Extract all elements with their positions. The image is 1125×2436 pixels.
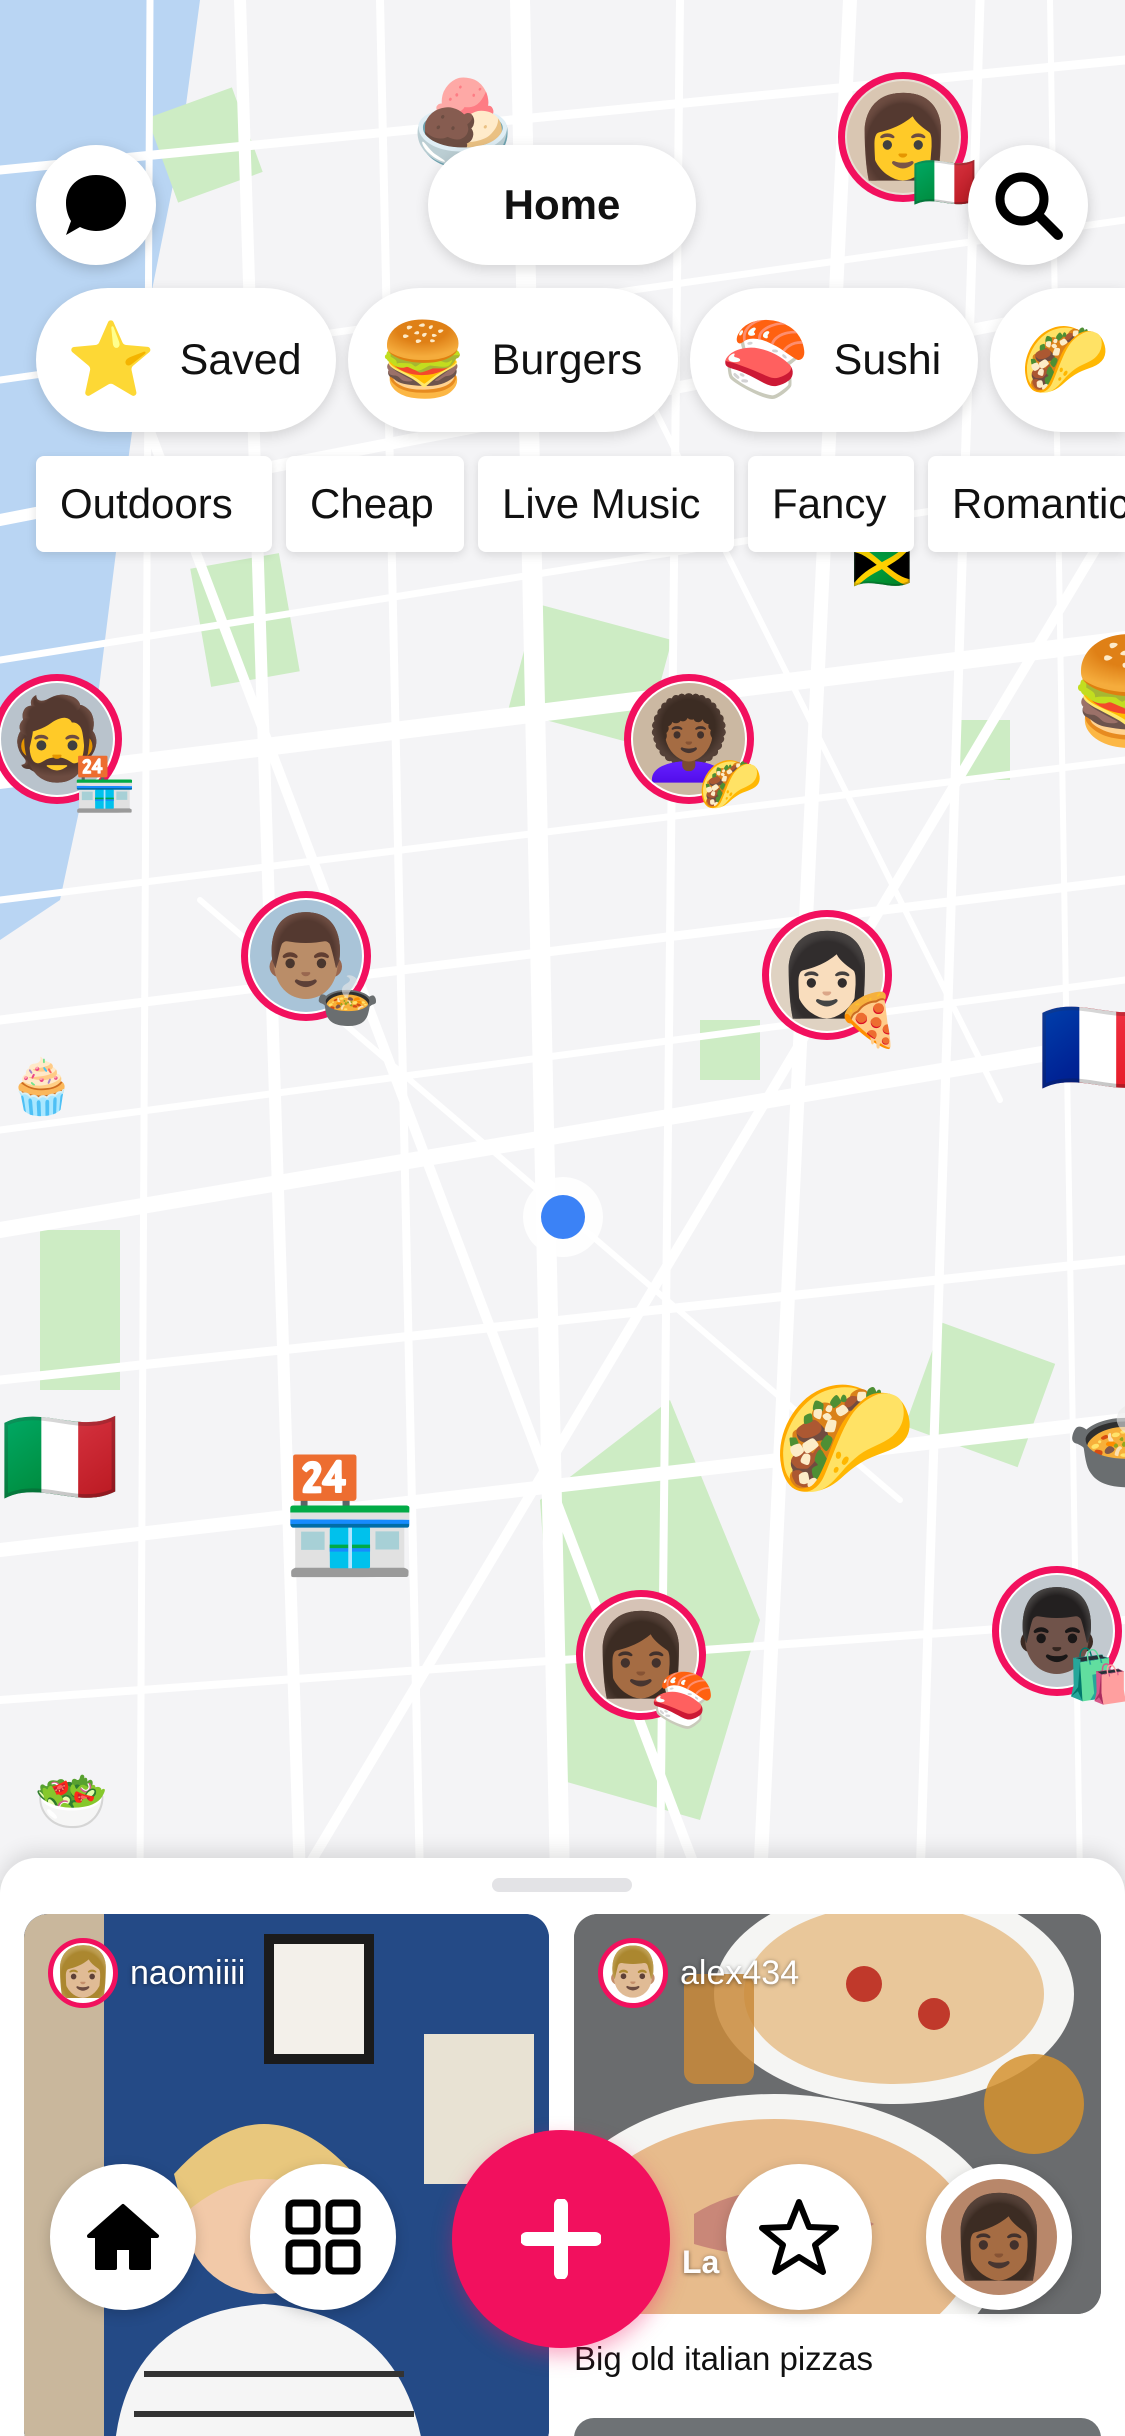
- add-post-button[interactable]: [452, 2130, 670, 2348]
- star-icon: ⭐: [66, 320, 156, 400]
- user-avatar: 👨🏼: [598, 1938, 668, 2008]
- username: naomiiii: [130, 1953, 246, 1992]
- burger-icon: 🍔: [378, 320, 468, 400]
- taco-badge: 🌮: [698, 756, 763, 814]
- cupcake-marker[interactable]: 🧁: [8, 1060, 75, 1114]
- current-location-dot: [541, 1195, 585, 1239]
- filter-live-music[interactable]: Live Music: [478, 456, 734, 552]
- france-flag-marker[interactable]: 🇫🇷: [1038, 1000, 1125, 1096]
- category-label: Saved: [179, 335, 302, 384]
- card-caption: Big old italian pizzas: [574, 2340, 873, 2377]
- pizza-badge: 🍕: [836, 992, 901, 1050]
- favorites-nav-button[interactable]: [726, 2164, 872, 2310]
- sheet-handle[interactable]: [492, 1878, 632, 1892]
- user-marker-4[interactable]: 👨🏽 🍲: [241, 891, 380, 1028]
- soup-badge: 🍲: [315, 973, 380, 1031]
- user-marker-6[interactable]: 👩🏾 🍣: [576, 1590, 715, 1727]
- home-nav-button[interactable]: [50, 2164, 196, 2310]
- card-user-tag[interactable]: 👨🏼 alex434: [598, 1938, 799, 2008]
- card-user-tag[interactable]: 👩🏼 naomiiii: [48, 1938, 245, 2008]
- food-stall-badge: 🏪: [72, 756, 137, 814]
- grid-icon: [285, 2199, 361, 2275]
- username: alex434: [680, 1953, 800, 1992]
- shopping-bag-badge: 🛍️: [1066, 1648, 1125, 1706]
- grid-nav-button[interactable]: [250, 2164, 396, 2310]
- category-burgers[interactable]: 🍔 Burgers: [348, 288, 678, 432]
- page-title: Home: [503, 181, 621, 228]
- user-marker-2[interactable]: 🧔 🏪: [0, 674, 137, 811]
- chat-button[interactable]: [36, 145, 156, 265]
- category-label: Sushi: [833, 335, 942, 384]
- category-label: Burgers: [491, 335, 643, 384]
- taco-icon: 🌮: [1020, 320, 1110, 400]
- filter-cheap[interactable]: Cheap: [286, 456, 464, 552]
- category-saved[interactable]: ⭐ Saved: [36, 288, 336, 432]
- profile-avatar: 👩🏾: [941, 2179, 1057, 2295]
- burger-marker[interactable]: 🍔: [1068, 640, 1125, 744]
- search-button[interactable]: [968, 145, 1088, 265]
- user-avatar: 👩🏼: [48, 1938, 118, 2008]
- soup-marker[interactable]: 🍲: [1065, 1390, 1125, 1490]
- italy-flag-marker[interactable]: 🇮🇹: [0, 1410, 120, 1506]
- taco-marker[interactable]: 🌮: [772, 1380, 916, 1496]
- user-marker-5[interactable]: 👩🏻 🍕: [762, 910, 901, 1047]
- filter-outdoors[interactable]: Outdoors: [36, 456, 272, 552]
- salad-bowl-marker[interactable]: 🥗: [34, 1772, 109, 1832]
- sushi-badge: 🍣: [650, 1672, 715, 1730]
- feed-card-3[interactable]: [574, 2418, 1101, 2436]
- sushi-icon: 🍣: [720, 320, 810, 400]
- filter-romantic[interactable]: Romantic: [928, 456, 1125, 552]
- star-icon: [759, 2199, 839, 2275]
- chat-bubble-icon: [66, 175, 126, 235]
- category-sushi[interactable]: 🍣 Sushi: [690, 288, 978, 432]
- user-marker-3[interactable]: 👩🏾‍🦱 🌮: [624, 674, 763, 811]
- map-view[interactable]: 🍨 🇯🇲 🍔 🧁 🇫🇷 🇮🇹 🏪 🌮 🍲 🥗 👩 🇮🇹 🧔 🏪 👩🏾‍🦱 🌮 👨…: [0, 0, 1125, 1880]
- filter-fancy[interactable]: Fancy: [748, 456, 914, 552]
- search-icon: [995, 172, 1063, 240]
- profile-nav-button[interactable]: 👩🏾: [926, 2164, 1072, 2310]
- card-overlay-text: La: [682, 2244, 720, 2280]
- home-title-pill[interactable]: Home: [428, 145, 696, 265]
- map-streets: [0, 0, 1125, 1880]
- user-marker-7[interactable]: 👨🏿 🛍️: [992, 1566, 1125, 1703]
- plus-icon: [521, 2199, 601, 2279]
- category-tacos[interactable]: 🌮: [990, 288, 1125, 432]
- home-icon: [87, 2204, 159, 2270]
- user-marker-1[interactable]: 👩 🇮🇹: [838, 72, 977, 209]
- food-stall-marker[interactable]: 🏪: [280, 1460, 419, 1572]
